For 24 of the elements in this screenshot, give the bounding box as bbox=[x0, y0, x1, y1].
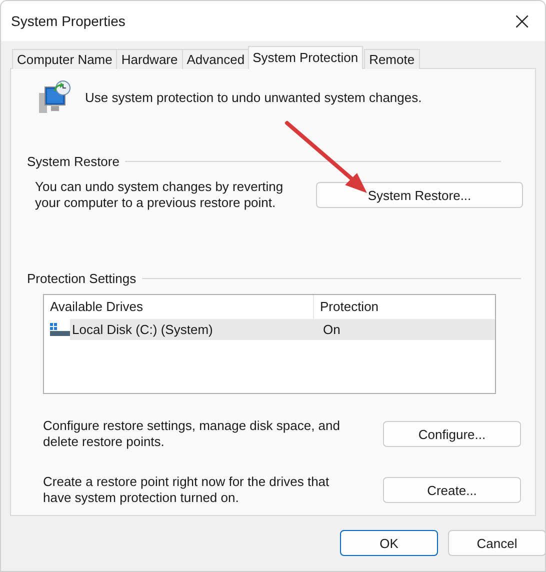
tab[interactable]: Hardware bbox=[116, 49, 183, 69]
action-button[interactable]: Create... bbox=[383, 477, 521, 503]
window-title: System Properties bbox=[11, 13, 126, 29]
action-description: Configure restore settings, manage disk space, and delete restore points. bbox=[43, 418, 342, 450]
section-heading: System Restore bbox=[27, 154, 120, 169]
tab[interactable]: Computer Name bbox=[12, 49, 118, 69]
close-button[interactable]: × bbox=[499, 1, 545, 41]
system-restore-button[interactable]: System Restore... bbox=[316, 182, 523, 208]
section-heading: Protection Settings bbox=[27, 271, 136, 286]
drive-row[interactable]: Local Disk (C:) (System) On bbox=[70, 319, 495, 340]
computer-clock-icon bbox=[37, 79, 73, 115]
action-button[interactable]: Configure... bbox=[383, 421, 521, 447]
dialog-button[interactable]: Cancel bbox=[448, 530, 545, 556]
tab[interactable]: System Protection bbox=[248, 46, 364, 69]
drive-icon bbox=[50, 322, 70, 336]
intro-text: Use system protection to undo unwanted system changes. bbox=[85, 90, 422, 104]
dialog-button[interactable]: OK bbox=[340, 530, 438, 556]
table-cell-text: Local Disk (C:) (System) bbox=[71, 322, 214, 337]
tab[interactable]: Advanced bbox=[182, 49, 250, 69]
table-cell-text: On bbox=[322, 322, 340, 337]
restore-description: You can undo system changes by reverting your computer to a previous restore point. bbox=[35, 179, 284, 211]
column-header[interactable]: Protection bbox=[314, 295, 379, 319]
action-description: Create a restore point right now for the drives that have system protection turned on. bbox=[43, 474, 330, 506]
tab[interactable]: Remote bbox=[364, 49, 420, 69]
